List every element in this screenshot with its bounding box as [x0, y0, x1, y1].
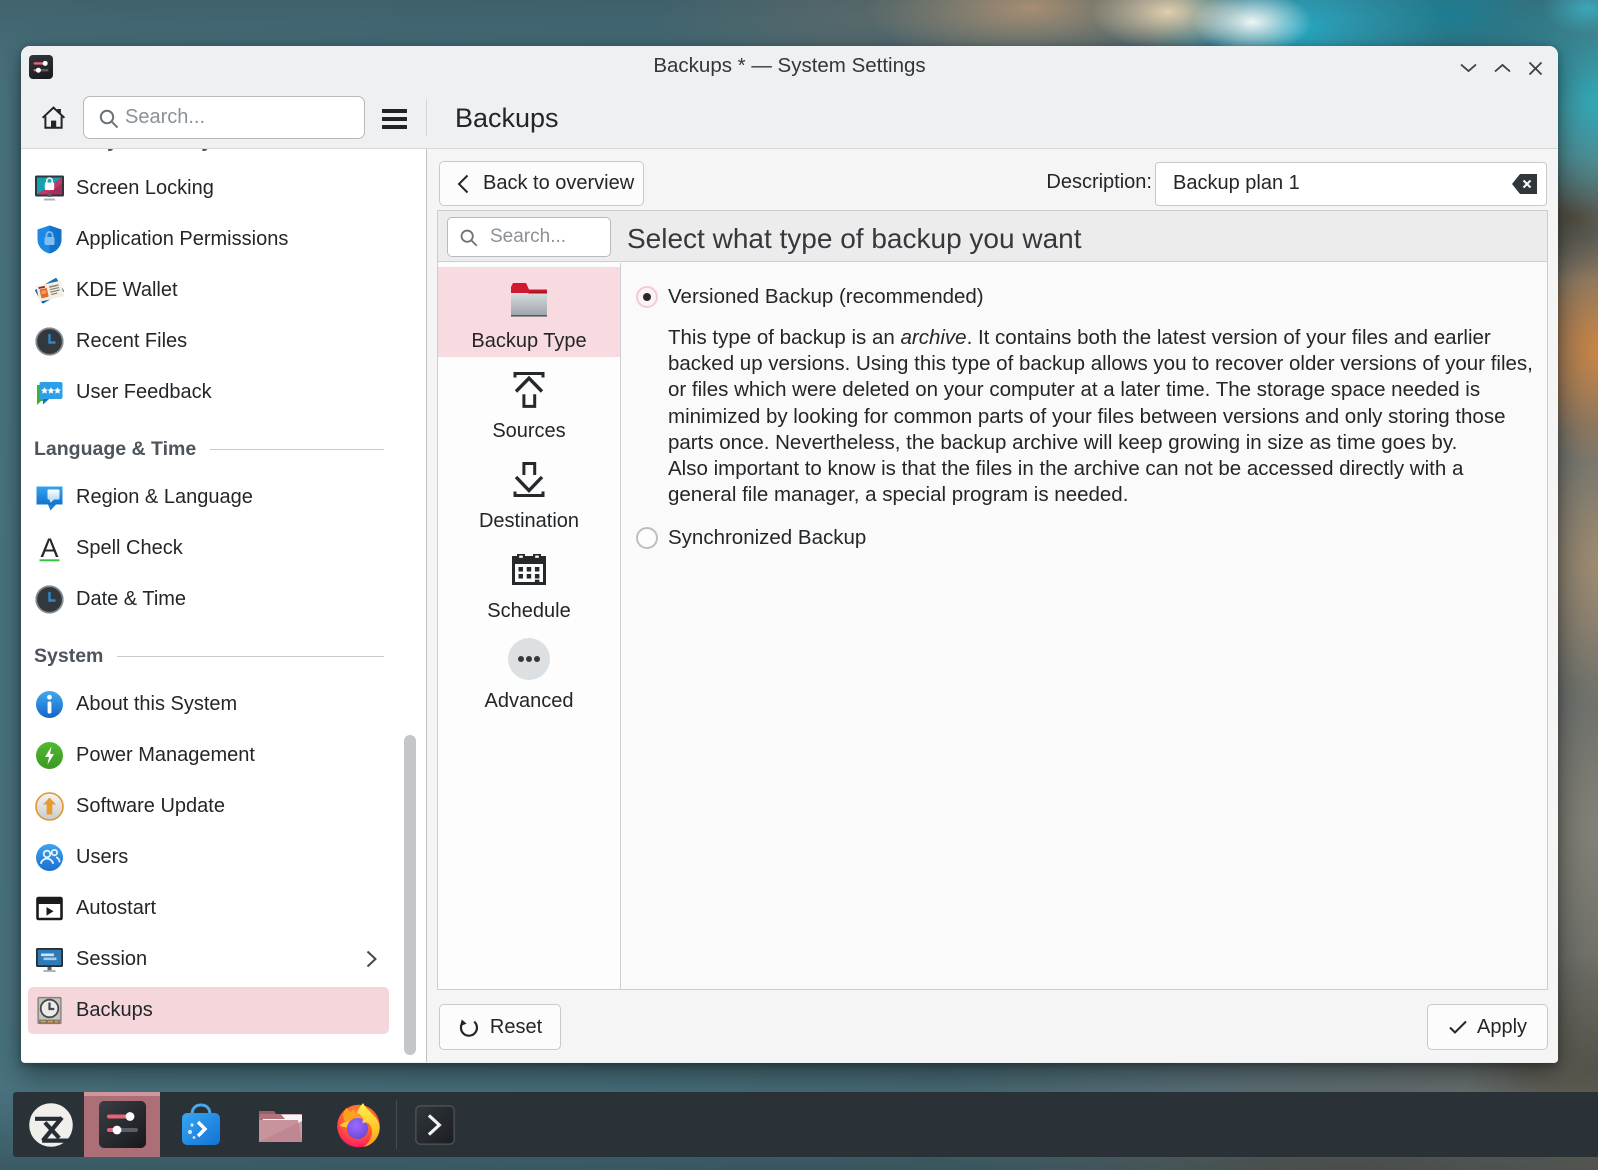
svg-text:A: A: [40, 533, 58, 563]
